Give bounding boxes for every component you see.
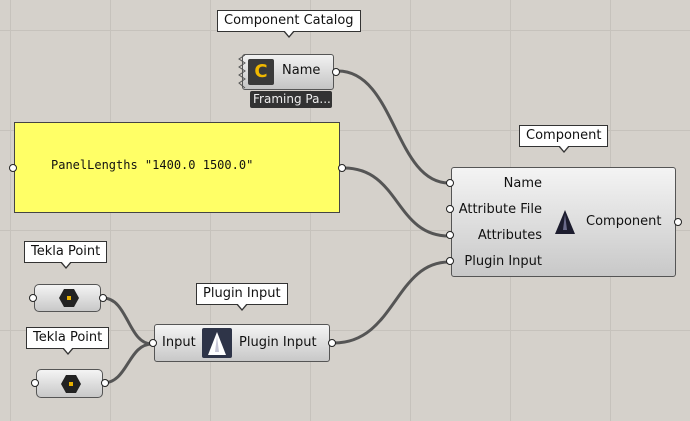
catalog-caption-text: Framing Pa...: [253, 92, 331, 106]
component-input-label: Attribute File: [458, 202, 542, 217]
catalog-zigzag-edge: [238, 54, 246, 89]
tooltip-arrow: [282, 30, 295, 38]
catalog-icon: C: [248, 59, 274, 85]
tekla-point-1-input-port[interactable]: [29, 294, 37, 302]
plugin-input-tooltip: Plugin Input: [196, 283, 288, 311]
component-output-label: Component: [586, 214, 662, 229]
tekla-point-1-output-port[interactable]: [99, 294, 107, 302]
plugin-input-tooltip-text: Plugin Input: [203, 286, 281, 301]
catalog-node[interactable]: C Name: [236, 54, 340, 90]
tekla-point-node-2[interactable]: [36, 369, 103, 398]
wire-plugin-to-component: [333, 260, 450, 345]
wire-point1-to-input: [102, 296, 153, 346]
text-panel[interactable]: PanelLengths "1400.0 1500.0": [14, 122, 340, 213]
tekla-point-2-output-port[interactable]: [101, 379, 109, 387]
component-input-label: Plugin Input: [464, 254, 542, 269]
plugin-input-node[interactable]: Input Plugin Input: [154, 324, 330, 362]
component-input-port-name[interactable]: [446, 179, 454, 187]
plugin-icon: [202, 328, 232, 358]
component-input-label: Name: [503, 176, 542, 191]
plugin-input-label: Input: [162, 335, 196, 350]
plugin-input-port[interactable]: [149, 339, 157, 347]
tekla-point-1-tooltip: Tekla Point: [24, 241, 108, 269]
tooltip-arrow: [557, 145, 570, 153]
catalog-tooltip-text: Component Catalog: [224, 13, 354, 28]
component-input-port-plugin-input[interactable]: [446, 257, 454, 265]
panel-text: PanelLengths "1400.0 1500.0": [51, 158, 254, 172]
catalog-caption: Framing Pa...: [250, 91, 332, 108]
tekla-triangle-icon: [208, 332, 226, 355]
tekla-point-2-input-port[interactable]: [31, 379, 39, 387]
tooltip-arrow: [61, 347, 74, 355]
panel-output-port[interactable]: [338, 164, 346, 172]
catalog-icon-letter: C: [254, 61, 268, 82]
tooltip-arrow: [235, 303, 248, 311]
catalog-output-port[interactable]: [332, 68, 340, 76]
catalog-tooltip: Component Catalog: [217, 10, 361, 38]
tekla-point-node-1[interactable]: [34, 284, 101, 312]
plugin-output-label: Plugin Input: [239, 335, 317, 350]
component-input-label: Attributes: [477, 228, 542, 243]
catalog-output-label: Name: [282, 63, 321, 78]
tekla-point-dot: [67, 296, 71, 300]
tekla-point-2-tooltip: Tekla Point: [26, 327, 110, 355]
component-input-port-attributes[interactable]: [446, 231, 454, 239]
tekla-triangle-icon: [555, 210, 575, 234]
tekla-point-2-tooltip-text: Tekla Point: [33, 330, 103, 345]
component-tooltip: Component: [519, 125, 609, 153]
tooltip-arrow: [59, 261, 72, 269]
plugin-output-port[interactable]: [328, 339, 336, 347]
wire-catalog-to-name: [337, 69, 450, 185]
tekla-point-1-tooltip-text: Tekla Point: [31, 244, 101, 259]
tekla-point-dot: [69, 382, 73, 386]
panel-input-port[interactable]: [9, 164, 17, 172]
component-input-port-attribute-file[interactable]: [446, 205, 454, 213]
component-node[interactable]: Name Attribute File Attributes Plugin In…: [451, 167, 676, 277]
wire-point2-to-input: [102, 342, 153, 385]
component-output-port[interactable]: [674, 218, 682, 226]
component-tooltip-text: Component: [526, 128, 602, 143]
grasshopper-canvas[interactable]: Component Catalog Component Tekla Point …: [0, 0, 690, 421]
